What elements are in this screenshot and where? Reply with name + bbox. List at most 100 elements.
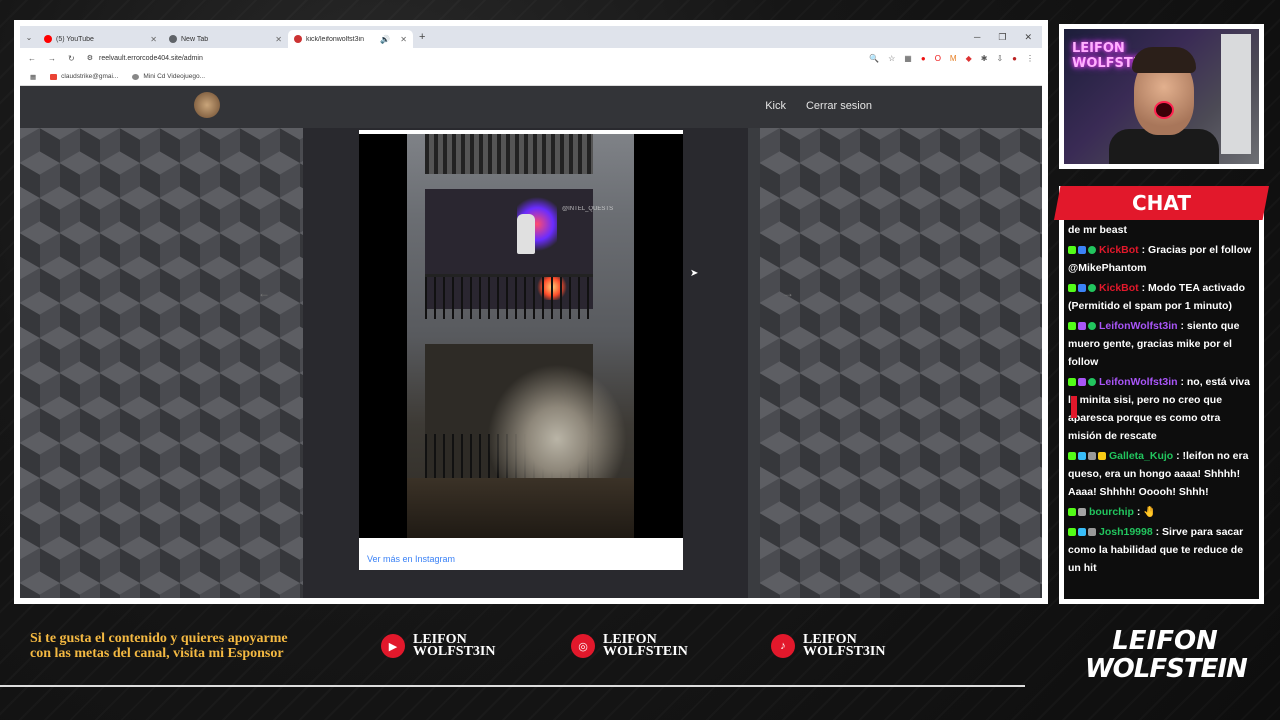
bot-badge-icon <box>1078 284 1086 293</box>
extension-icon[interactable]: ◆ <box>966 54 972 63</box>
user-badges <box>1068 528 1096 537</box>
puzzle-icon[interactable]: ✱ <box>981 54 988 63</box>
tab-search-icon[interactable]: ⌄ <box>20 33 38 42</box>
railing <box>425 274 593 319</box>
tiktok-icon: ♪ <box>771 634 795 658</box>
opera-icon[interactable]: O <box>935 54 941 63</box>
person <box>517 214 535 254</box>
kick-badge-icon <box>1068 452 1076 461</box>
prev-arrow-icon[interactable]: ← <box>258 286 270 300</box>
chat-message: de mr beast <box>1068 221 1253 239</box>
chat-frame: de mr beast KickBot : Gracias por el fol… <box>1059 186 1264 604</box>
chat-username[interactable]: KickBot <box>1099 244 1139 256</box>
url-field[interactable]: ⚙ reelvault.errorcode404.site/admin <box>87 54 857 63</box>
user-badges <box>1068 322 1096 331</box>
user-badges <box>1068 452 1106 461</box>
view-on-instagram-link[interactable]: Ver más en Instagram <box>367 554 455 564</box>
social-handle: LEIFON WOLFST3IN <box>413 633 495 659</box>
social-handle-line2: WOLFSTEIN <box>603 644 688 659</box>
zoom-icon[interactable]: 🔍 <box>869 54 879 63</box>
broadcaster-badge-icon <box>1078 322 1086 331</box>
kick-badge-icon <box>1068 246 1076 255</box>
metamask-icon[interactable]: M <box>950 54 957 63</box>
kick-badge-icon <box>1068 508 1076 517</box>
broadcaster-badge-icon <box>1078 378 1086 387</box>
kick-badge-icon <box>1068 528 1076 537</box>
instagram-embed: @INTEL_QUESTS Ver más en Instagram <box>359 130 683 570</box>
message-text: : 🤚 <box>1136 506 1157 518</box>
brand-line-2: WOLFSTEIN <box>1085 654 1248 684</box>
window-controls: ─ ❐ ✕ <box>974 32 1042 43</box>
balcony-top <box>425 134 593 174</box>
bookmark-mini-cd[interactable]: Mini Cd Videojuego... <box>132 73 205 80</box>
extension-icon[interactable]: ● <box>921 54 926 63</box>
apps-icon[interactable]: ▦ <box>30 73 36 81</box>
chat-username[interactable]: bourchip <box>1089 506 1134 518</box>
site-logo[interactable] <box>194 92 220 118</box>
menu-icon[interactable]: ⋮ <box>1026 54 1034 63</box>
verified-badge-icon <box>1088 378 1096 387</box>
instagram-icon: ◎ <box>571 634 595 658</box>
new-tab-button[interactable]: + <box>413 31 431 43</box>
gmail-icon <box>50 73 58 80</box>
message-text: de mr beast <box>1068 224 1127 236</box>
bookmark-gmail[interactable]: claudstrike@gmai... <box>50 73 118 80</box>
tab-kick[interactable]: kick/leifonwolfst3in 🔊 ✕ <box>288 30 413 48</box>
url-text: reelvault.errorcode404.site/admin <box>98 54 203 62</box>
close-window-icon[interactable]: ✕ <box>1024 32 1032 43</box>
chat-username[interactable]: Galleta_Kujo <box>1109 450 1173 462</box>
social-tiktok: ♪ LEIFON WOLFST3IN <box>771 633 885 659</box>
chat-username[interactable]: Josh19998 <box>1099 526 1153 538</box>
brand-line-1: LEIFON <box>1112 626 1218 656</box>
download-icon[interactable]: ⇩ <box>996 54 1003 63</box>
star-icon[interactable]: ☆ <box>888 54 895 63</box>
minimize-icon[interactable]: ─ <box>974 32 980 43</box>
cube-pattern-right <box>760 128 1042 598</box>
restore-icon[interactable]: ❐ <box>998 32 1006 43</box>
sponsor-promo-text: Si te gusta el contenido y quieres apoya… <box>30 631 288 661</box>
verified-badge-icon <box>1088 246 1096 255</box>
bookmarks-bar: ▦ claudstrike@gmai... Mini Cd Videojuego… <box>20 68 1042 86</box>
nav-kick[interactable]: Kick <box>765 100 786 112</box>
kick-badge-icon <box>1068 378 1076 387</box>
browser-capture: ⌄ (5) YouTube ✕ New Tab ✕ kick/leifonwol… <box>14 20 1048 604</box>
close-icon[interactable]: ✕ <box>150 35 157 44</box>
forward-icon[interactable]: → <box>48 54 56 63</box>
footer-divider <box>0 685 1025 687</box>
bot-badge-icon <box>1078 246 1086 255</box>
close-icon[interactable]: ✕ <box>400 35 407 44</box>
social-handle: LEIFON WOLFST3IN <box>803 633 885 659</box>
site-favicon-icon <box>294 35 302 43</box>
chat-header: CHAT <box>1054 186 1269 220</box>
user-badges <box>1068 378 1096 387</box>
back-icon[interactable]: ← <box>28 54 36 63</box>
speaker-icon[interactable]: 🔊 <box>380 35 390 44</box>
sub-badge-icon <box>1078 452 1086 461</box>
reload-icon[interactable]: ↻ <box>68 54 75 63</box>
address-bar: ← → ↻ ⚙ reelvault.errorcode404.site/admi… <box>20 48 1042 68</box>
user-badges <box>1068 284 1096 293</box>
next-arrow-icon[interactable]: → <box>782 286 794 300</box>
close-icon[interactable]: ✕ <box>275 35 282 44</box>
chat-username[interactable]: LeifonWolfst3in <box>1099 376 1178 388</box>
nav-logout[interactable]: Cerrar sesion <box>806 100 872 112</box>
sub-badge-icon <box>1078 528 1086 537</box>
browser-window: ⌄ (5) YouTube ✕ New Tab ✕ kick/leifonwol… <box>20 26 1042 598</box>
user-badges <box>1068 246 1096 255</box>
chat-messages: de mr beast KickBot : Gracias por el fol… <box>1068 221 1253 579</box>
video-player[interactable]: @INTEL_QUESTS <box>359 134 683 538</box>
chat-message: bourchip : 🤚 <box>1068 503 1253 521</box>
tab-new-tab[interactable]: New Tab ✕ <box>163 30 288 48</box>
site-info-icon[interactable]: ⚙ <box>87 54 93 62</box>
chat-message: KickBot : Gracias por el follow @MikePha… <box>1068 241 1253 277</box>
chat-username[interactable]: KickBot <box>1099 282 1139 294</box>
chat-title: CHAT <box>1132 191 1191 215</box>
chat-username[interactable]: LeifonWolfst3in <box>1099 320 1178 332</box>
social-instagram: ◎ LEIFON WOLFSTEIN <box>571 633 688 659</box>
tab-youtube[interactable]: (5) YouTube ✕ <box>38 30 163 48</box>
extension-icon[interactable]: ▦ <box>904 54 912 63</box>
profile-avatar-icon[interactable]: ● <box>1012 54 1017 63</box>
extensions: 🔍 ☆ ▦ ● O M ◆ ✱ ⇩ ● ⋮ <box>869 54 1034 63</box>
webcam-feed: LEIFON WOLFSTEIN <box>1064 29 1259 164</box>
tab-bar: ⌄ (5) YouTube ✕ New Tab ✕ kick/leifonwol… <box>20 26 1042 48</box>
